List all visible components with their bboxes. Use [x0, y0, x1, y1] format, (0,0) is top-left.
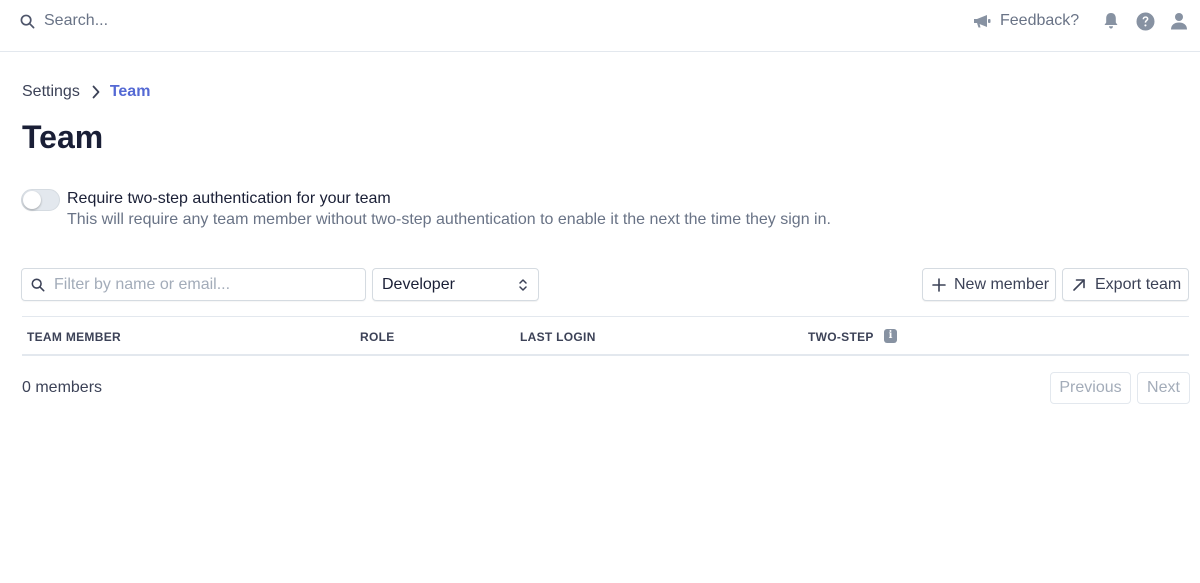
info-icon[interactable]: i: [884, 329, 897, 343]
page-title: Team: [22, 119, 104, 155]
column-header-two-step[interactable]: TWO-STEP: [808, 330, 874, 344]
column-header-last-login[interactable]: LAST LOGIN: [520, 330, 596, 344]
new-member-button[interactable]: New member: [922, 268, 1056, 301]
help-icon: [1136, 12, 1154, 30]
search-icon: [31, 278, 45, 291]
plus-icon: [932, 277, 946, 292]
two-step-toggle[interactable]: [21, 189, 60, 211]
previous-page-button[interactable]: Previous: [1050, 372, 1131, 404]
global-search[interactable]: Search...: [20, 8, 108, 34]
members-count: 0 members: [22, 379, 103, 396]
member-filter-field[interactable]: [21, 268, 366, 301]
two-step-title: Require two-step authentication for your…: [67, 190, 391, 207]
toggle-knob: [23, 191, 41, 209]
export-team-label: Export team: [1095, 275, 1182, 293]
export-team-button[interactable]: Export team: [1062, 268, 1189, 301]
user-icon: [1171, 13, 1187, 30]
top-bar: Search... Feedback?: [0, 0, 1200, 52]
chevron-up-down-icon: [519, 279, 527, 291]
two-step-description: This will require any team member withou…: [67, 211, 831, 228]
search-icon: [20, 14, 35, 28]
member-filter-input[interactable]: [54, 275, 354, 294]
account-button[interactable]: [1169, 11, 1189, 31]
breadcrumb: Settings Team: [22, 82, 150, 102]
breadcrumb-team-link[interactable]: Team: [110, 83, 151, 101]
arrow-up-right-icon: [1073, 278, 1085, 291]
megaphone-icon: [974, 15, 991, 28]
column-header-team-member[interactable]: TEAM MEMBER: [27, 330, 121, 344]
feedback-button[interactable]: Feedback?: [972, 8, 1079, 34]
next-page-button[interactable]: Next: [1137, 372, 1190, 404]
notifications-button[interactable]: [1101, 11, 1121, 31]
role-select-value: Developer: [382, 275, 455, 293]
bell-icon: [1104, 13, 1118, 29]
column-header-role[interactable]: ROLE: [360, 330, 395, 344]
breadcrumb-settings-link[interactable]: Settings: [22, 83, 80, 101]
role-select[interactable]: Developer: [372, 268, 539, 301]
new-member-label: New member: [954, 275, 1050, 293]
help-button[interactable]: [1135, 11, 1155, 31]
feedback-label: Feedback?: [1000, 12, 1080, 29]
chevron-right-icon: [92, 85, 100, 99]
team-table-header: TEAM MEMBER ROLE LAST LOGIN TWO-STEP i: [22, 316, 1189, 356]
global-search-label: Search...: [44, 12, 109, 29]
